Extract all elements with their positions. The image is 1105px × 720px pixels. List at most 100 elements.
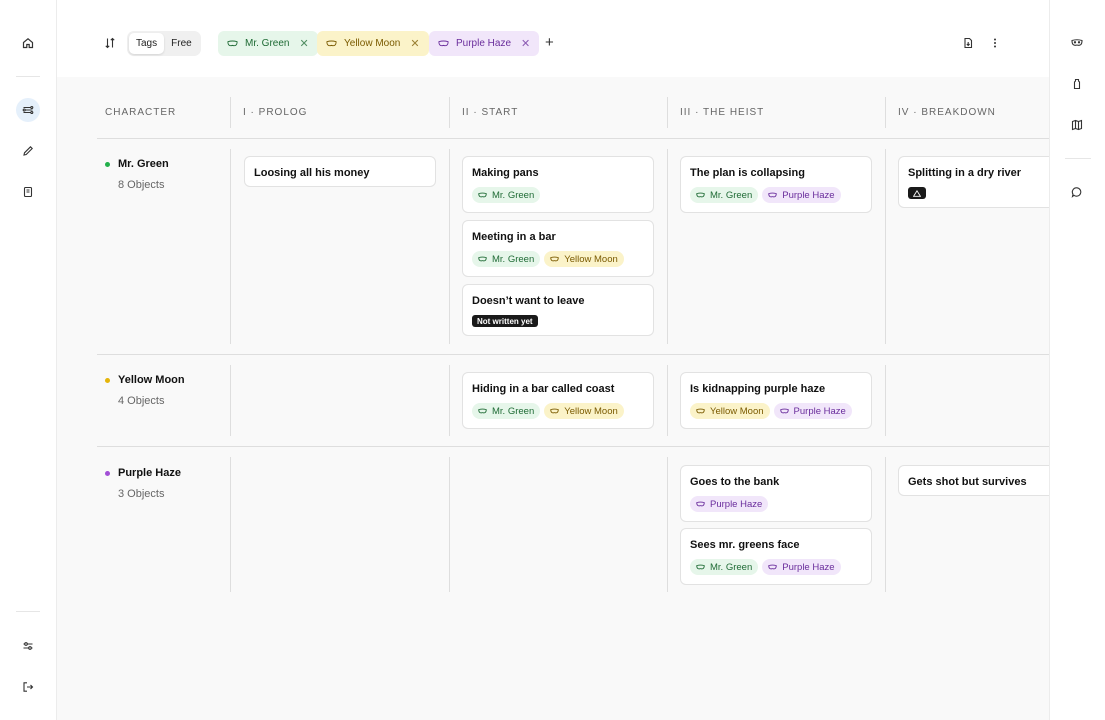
tag-chip[interactable]: Mr. Green <box>472 403 541 419</box>
column-divider <box>885 365 886 436</box>
toolbar: Tags Free Mr. Green ✕ Yellow Moon ✕ Purp… <box>57 0 1049 77</box>
mask-icon <box>478 192 487 197</box>
column-divider <box>449 365 450 436</box>
chat-icon[interactable] <box>1065 180 1089 204</box>
column-divider <box>885 149 886 344</box>
map-icon[interactable] <box>1065 113 1089 137</box>
column-divider <box>667 97 668 128</box>
pencil-icon[interactable] <box>16 139 40 163</box>
scene-title: Hiding in a bar called coast <box>472 383 615 395</box>
column-header-prolog: I · PROLOG <box>243 107 308 118</box>
tag-label: Purple Haze <box>710 498 763 510</box>
tag-label: Mr. Green <box>492 253 535 265</box>
mask-icon <box>696 192 705 197</box>
mask-icon[interactable] <box>1065 31 1089 55</box>
scene-card[interactable]: Meeting in a bar Mr. Green Yellow Moon <box>462 220 654 277</box>
character-name[interactable]: Yellow Moon <box>118 374 185 386</box>
scene-title: Gets shot but survives <box>908 476 1027 488</box>
status-badge: Not written yet <box>472 315 538 327</box>
column-divider <box>230 149 231 344</box>
scene-card[interactable]: Loosing all his money <box>244 156 436 187</box>
character-name[interactable]: Purple Haze <box>118 467 181 479</box>
scene-card[interactable]: Making pans Mr. Green <box>462 156 654 213</box>
filter-chip-label: Yellow Moon <box>344 38 401 49</box>
character-object-count: 3 Objects <box>118 488 165 500</box>
column-divider <box>667 149 668 344</box>
tag-chip[interactable]: Mr. Green <box>690 187 759 203</box>
tag-label: Purple Haze <box>793 405 846 417</box>
scene-card[interactable]: Doesn’t want to leave Not written yet <box>462 284 654 336</box>
tag-label: Yellow Moon <box>710 405 764 417</box>
tag-chip[interactable]: Mr. Green <box>472 187 541 203</box>
tag-chip[interactable]: Mr. Green <box>690 559 759 575</box>
view-mode-toggle: Tags Free <box>127 31 201 56</box>
mask-icon <box>696 408 705 413</box>
scene-title: The plan is collapsing <box>690 167 805 179</box>
right-sidebar <box>1049 0 1105 720</box>
tag-chip[interactable]: Purple Haze <box>773 403 852 419</box>
scene-title: Splitting in a dry river <box>908 167 1022 179</box>
column-divider <box>230 365 231 436</box>
column-header-start: II · START <box>462 107 519 118</box>
board-icon[interactable] <box>16 98 40 122</box>
more-icon[interactable] <box>983 31 1007 55</box>
scene-title: Making pans <box>472 167 539 179</box>
filter-chip-label: Mr. Green <box>245 38 290 49</box>
mask-icon <box>478 408 487 413</box>
column-divider <box>885 97 886 128</box>
column-header-breakdown: IV · BREAKDOWN <box>898 107 996 118</box>
mask-icon <box>326 40 337 46</box>
home-icon[interactable] <box>16 31 40 55</box>
character-name[interactable]: Mr. Green <box>118 158 169 170</box>
row-divider <box>97 138 1049 139</box>
character-object-count: 8 Objects <box>118 179 165 191</box>
column-divider <box>667 365 668 436</box>
tag-label: Purple Haze <box>782 561 835 573</box>
scene-card[interactable]: Hiding in a bar called coast Mr. Green Y… <box>462 372 654 429</box>
scene-title: Meeting in a bar <box>472 231 556 243</box>
close-icon[interactable]: ✕ <box>410 37 419 50</box>
mask-icon <box>227 40 238 46</box>
tag-chip[interactable]: Yellow Moon <box>690 403 770 419</box>
tag-chip[interactable]: Purple Haze <box>690 496 769 512</box>
bottle-icon[interactable] <box>1065 72 1089 96</box>
column-divider <box>449 149 450 344</box>
column-divider <box>230 457 231 592</box>
column-divider <box>449 97 450 128</box>
close-icon[interactable]: ✕ <box>299 37 308 50</box>
scene-card[interactable]: Is kidnapping purple haze Yellow Moon Pu… <box>680 372 872 429</box>
tag-label: Purple Haze <box>782 189 835 201</box>
scene-card[interactable]: Sees mr. greens face Mr. Green Purple Ha… <box>680 528 872 585</box>
tag-chip[interactable]: Yellow Moon <box>544 403 624 419</box>
scene-title: Sees mr. greens face <box>690 539 800 551</box>
mode-tags[interactable]: Tags <box>129 33 165 54</box>
filter-chip-yellow-moon[interactable]: Yellow Moon ✕ <box>317 31 429 56</box>
tag-chip[interactable]: Yellow Moon <box>544 251 624 267</box>
tag-label: Mr. Green <box>492 189 535 201</box>
export-icon[interactable] <box>956 31 980 55</box>
scene-card[interactable]: The plan is collapsing Mr. Green Purple … <box>680 156 872 213</box>
column-header-the-heist: III · THE HEIST <box>680 107 765 118</box>
filter-chip-purple-haze[interactable]: Purple Haze ✕ <box>429 31 540 56</box>
settings-sliders-icon[interactable] <box>16 634 40 658</box>
character-object-count: 4 Objects <box>118 395 165 407</box>
filter-chip-mr-green[interactable]: Mr. Green ✕ <box>218 31 318 56</box>
add-filter-button[interactable]: + <box>545 34 554 51</box>
scene-card[interactable]: Goes to the bank Purple Haze <box>680 465 872 522</box>
scene-card[interactable]: Splitting in a dry river <box>898 156 1049 208</box>
sort-icon[interactable] <box>98 31 122 55</box>
mode-free[interactable]: Free <box>164 33 199 54</box>
character-color-dot <box>105 471 110 476</box>
column-divider <box>667 457 668 592</box>
character-color-dot <box>105 162 110 167</box>
tag-chip[interactable]: Mr. Green <box>472 251 541 267</box>
tag-label: Yellow Moon <box>564 253 618 265</box>
tag-chip[interactable]: Purple Haze <box>762 187 841 203</box>
close-icon[interactable]: ✕ <box>521 37 530 50</box>
column-divider <box>885 457 886 592</box>
book-icon[interactable] <box>16 180 40 204</box>
scene-card[interactable]: Gets shot but survives <box>898 465 1049 496</box>
logout-icon[interactable] <box>16 675 40 699</box>
tag-chip[interactable]: Purple Haze <box>762 559 841 575</box>
tag-label: Mr. Green <box>492 405 535 417</box>
